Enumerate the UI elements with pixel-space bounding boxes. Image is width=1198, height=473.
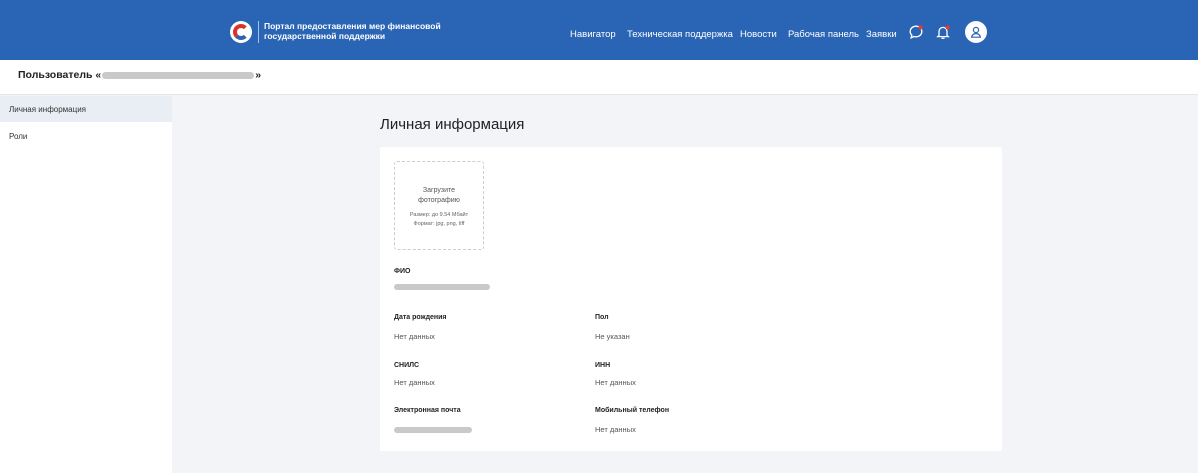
portal-title[interactable]: Портал предоставления мер финансовой гос… [264,21,464,41]
nav-applications[interactable]: Заявки [866,29,897,40]
personal-info-card: Загрузите фотографию Размер: до 9.54 Мба… [380,147,1002,451]
portal-title-line2: государственной поддержки [264,31,386,41]
nav-navigator[interactable]: Навигатор [570,29,616,40]
email-label: Электронная почта [394,407,461,414]
portal-title-line1: Портал предоставления мер финансовой [264,21,441,31]
redacted-user-name [102,71,255,79]
user-avatar[interactable] [965,21,987,43]
logo-divider [258,21,259,43]
upload-prompt: Загрузите фотографию [395,186,483,206]
redacted-email-value [394,427,472,433]
birth-date-value: Нет данных [394,332,435,341]
user-title-prefix: Пользователь « [18,69,102,81]
chat-icon[interactable] [908,24,924,40]
bell-icon[interactable] [935,24,951,40]
redacted-fio-value [394,284,490,290]
inn-value: Нет данных [595,378,636,387]
upload-line2: фотографию [418,197,460,204]
snils-value: Нет данных [394,378,435,387]
portal-logo[interactable] [230,21,252,43]
nav-tech-support[interactable]: Техническая поддержка [627,29,733,40]
birth-date-label: Дата рождения [394,314,447,321]
fio-label: ФИО [394,268,411,275]
phone-value: Нет данных [595,425,636,434]
nav-dashboard[interactable]: Рабочая панель [788,29,859,40]
photo-upload-dropzone[interactable]: Загрузите фотографию Размер: до 9.54 Мба… [394,161,484,250]
sidebar: Личная информация Роли [0,96,172,473]
snils-label: СНИЛС [394,362,420,369]
inn-label: ИНН [595,362,611,369]
sidebar-item-roles[interactable]: Роли [0,123,172,149]
user-bar: Пользователь « » [0,60,1198,95]
user-title-suffix: » [255,69,262,81]
upload-format-hint: Формат: jpg, png, tiff [413,221,465,227]
user-icon [970,26,982,38]
upload-line1: Загрузите [422,187,456,194]
gender-value: Не указан [595,332,630,341]
top-header: Портал предоставления мер финансовой гос… [0,0,1198,60]
sidebar-item-personal-info[interactable]: Личная информация [0,96,172,122]
upload-size-hint: Размер: до 9.54 Мбайт [409,212,469,218]
nav-news[interactable]: Новости [740,29,777,40]
user-page-title: Пользователь « » [18,69,261,81]
page-title: Личная информация [380,116,525,133]
phone-label: Мобильный телефон [595,407,670,414]
gender-label: Пол [595,314,609,321]
